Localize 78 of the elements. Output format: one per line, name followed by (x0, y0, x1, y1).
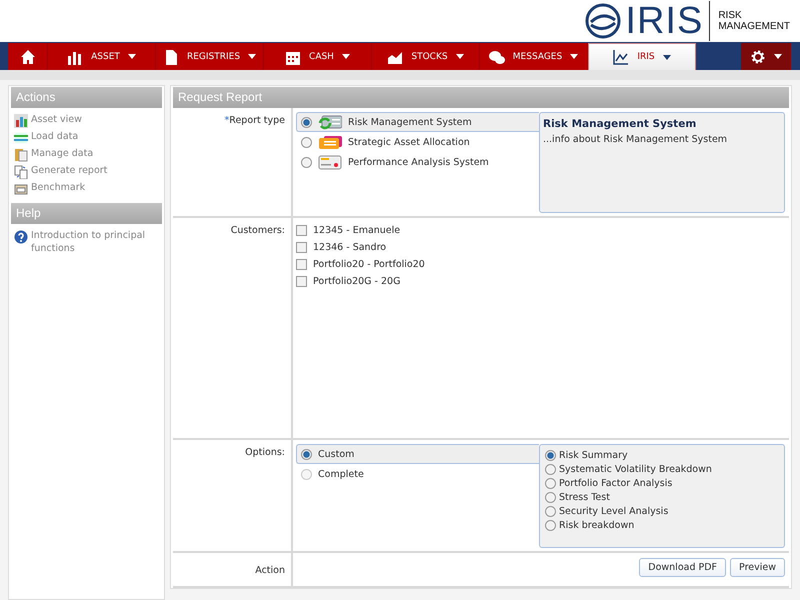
option-label: Stress Test (559, 492, 610, 503)
caret-icon (662, 54, 671, 60)
caret-icon (456, 54, 464, 59)
action-button[interactable]: Download PDF (639, 558, 726, 577)
radio-button[interactable] (301, 448, 312, 460)
action-button[interactable]: Preview (730, 558, 785, 577)
line-chart-icon (613, 49, 630, 65)
caret-icon (248, 54, 256, 59)
sidebar-link[interactable]: Introduction to principal functions (31, 229, 151, 255)
field-label: Action (255, 565, 285, 576)
caret-icon (342, 54, 350, 59)
chat-icon (488, 48, 505, 64)
option-label: Portfolio Factor Analysis (559, 478, 672, 489)
field-label: *Report type (224, 115, 285, 126)
checkbox[interactable] (296, 276, 307, 287)
checkbox-label: Portfolio20G - 20G (313, 276, 400, 287)
cabinet-icon (14, 182, 28, 196)
option-label: Risk Summary (559, 450, 628, 461)
nav-tab[interactable]: STOCKS (372, 43, 480, 70)
nav-tab[interactable]: MESSAGES (480, 43, 588, 70)
radio-button[interactable] (545, 478, 556, 489)
sidebar-link[interactable]: Benchmark (31, 181, 151, 194)
checkbox-label: Portfolio20 - Portfolio20 (313, 259, 425, 270)
info-title: Risk Management System (543, 118, 698, 130)
checkbox-label: 12345 - Emanuele (313, 225, 400, 236)
folder-icon (318, 134, 342, 150)
logo-name: IRIS (625, 1, 710, 41)
option-label: Custom (318, 448, 354, 460)
info-text: ...info about Risk Management System (543, 134, 728, 145)
option-label: Security Level Analysis (559, 506, 668, 517)
checkbox-label: 12346 - Sandro (313, 242, 386, 253)
radio-button[interactable] (301, 136, 312, 148)
card-icon (318, 154, 342, 170)
folder-icon (14, 148, 28, 162)
logo-tagline: MANAGEMENT (718, 21, 790, 32)
field-label: Options: (245, 447, 285, 458)
logo-emblem-icon (585, 3, 622, 39)
caret-icon (774, 54, 782, 59)
option-label: Complete (318, 468, 364, 480)
help-icon (14, 230, 28, 244)
nav-tab[interactable] (741, 43, 791, 70)
nav-tab[interactable]: REGISTRIES (156, 43, 264, 70)
checkbox[interactable] (296, 259, 307, 270)
documents-icon (14, 165, 28, 179)
panel-header: Help (11, 203, 162, 224)
list-icon (14, 131, 28, 145)
radio-button[interactable] (545, 492, 556, 503)
option-label: Risk Management System (348, 116, 472, 128)
nav-tab[interactable]: ASSET (48, 43, 156, 70)
logo-tagline: RISK (718, 10, 743, 21)
sidebar-link[interactable]: Asset view (31, 113, 151, 126)
radio-button[interactable] (545, 464, 556, 475)
option-label: Risk breakdown (559, 520, 634, 531)
panel-header: Request Report (173, 87, 789, 108)
option-label: Performance Analysis System (348, 156, 489, 168)
radio-button[interactable] (301, 116, 312, 128)
nav-tab[interactable]: IRIS (588, 43, 696, 70)
sidebar-link[interactable]: Generate report (31, 164, 151, 177)
radio-button[interactable] (545, 520, 556, 531)
bar-chart-icon (14, 114, 28, 128)
option-label: Systematic Volatility Breakdown (559, 464, 712, 475)
radio-button[interactable] (545, 450, 556, 461)
sidebar-link[interactable]: Load data (31, 130, 151, 143)
checkbox[interactable] (296, 225, 307, 236)
field-label: Customers: (230, 225, 285, 236)
option-label: Strategic Asset Allocation (348, 136, 470, 148)
card-icon (318, 114, 342, 130)
caret-icon (570, 54, 578, 59)
nav-tab[interactable] (8, 43, 48, 70)
home-icon (20, 48, 36, 64)
panel-header: Actions (11, 87, 162, 108)
checkbox[interactable] (296, 242, 307, 253)
nav-tab[interactable]: CASH (264, 43, 372, 70)
caret-icon (128, 54, 136, 59)
sidebar-link[interactable]: Manage data (31, 147, 151, 160)
radio-button[interactable] (301, 156, 312, 168)
radio-button[interactable] (545, 506, 556, 517)
settings-icon (750, 48, 766, 64)
